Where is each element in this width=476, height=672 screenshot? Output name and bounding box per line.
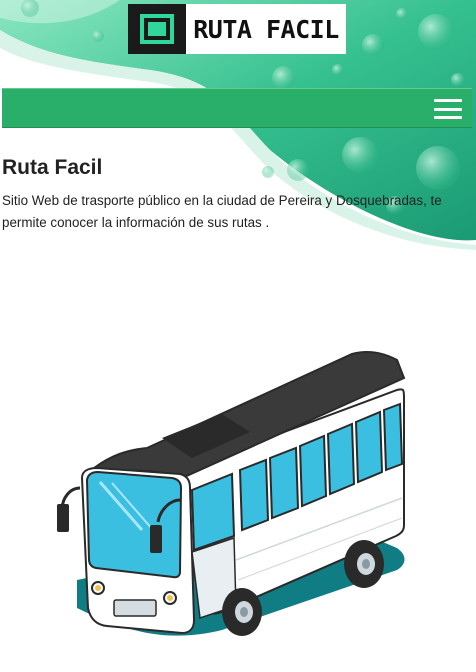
navbar — [2, 88, 472, 128]
square-logo-icon — [128, 4, 186, 54]
rear-wheel — [344, 540, 384, 588]
windshield — [85, 470, 183, 579]
bus-illustration — [52, 350, 412, 650]
front-grille — [113, 599, 157, 617]
logo-text: RUTA FACIL — [186, 4, 346, 54]
hamburger-menu-icon[interactable] — [434, 97, 462, 121]
main-content: Ruta Facil Sitio Web de trasporte públic… — [2, 156, 472, 234]
page-description: Sitio Web de trasporte público en la ciu… — [2, 193, 442, 230]
site-logo[interactable]: RUTA FACIL — [128, 4, 346, 54]
page-title: Ruta Facil — [2, 156, 103, 179]
front-wheel — [222, 588, 262, 636]
